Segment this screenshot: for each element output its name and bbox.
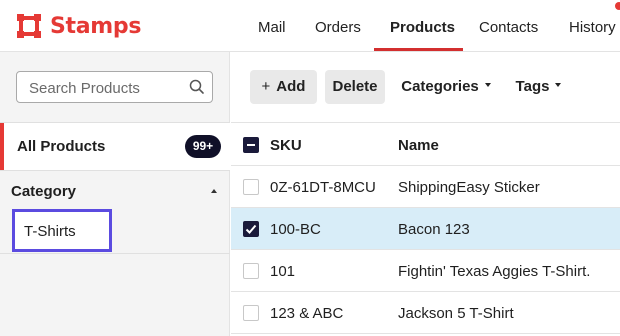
categories-dropdown[interactable]: Categories [396,70,496,104]
table-row[interactable]: 123 & ABC Jackson 5 T-Shirt [231,292,620,334]
stamps-logo-icon [16,13,42,39]
category-header-label: Category [11,183,77,200]
all-products-label: All Products [17,138,106,155]
table-row[interactable]: 100-BC Bacon 123 [231,208,620,250]
cell-name: Bacon 123 [398,221,470,238]
search-box [16,71,213,103]
select-all-checkbox[interactable] [243,137,259,153]
product-toolbar: + Add Delete Categories Tags [231,52,620,123]
brand-name: Stamps [50,13,142,39]
cell-sku: 123 & ABC [270,305,344,322]
cell-sku: 101 [270,263,296,280]
delete-button-label: Delete [332,78,378,95]
tags-dropdown-label: Tags [515,78,550,95]
sidebar-item-all-products[interactable]: All Products 99+ [0,123,230,170]
top-bar: Stamps Mail Orders Products Contacts His… [0,0,620,52]
nav-item-mail[interactable]: Mail [258,0,286,52]
nav-item-orders[interactable]: Orders [315,0,361,52]
cell-name: ShippingEasy Sticker [398,179,540,196]
table-row[interactable]: 101 Fightin' Texas Aggies T-Shirt. [231,250,620,292]
notification-dot [615,2,620,10]
category-section-header[interactable]: Category [0,171,230,211]
category-item-label: T-Shirts [24,223,76,240]
search-input[interactable] [29,78,179,98]
active-tab-indicator [374,48,463,51]
sidebar-divider [0,253,230,254]
brand-logo[interactable]: Stamps [16,11,141,41]
tags-dropdown[interactable]: Tags [511,70,566,104]
cell-name: Jackson 5 T-Shirt [398,305,514,322]
column-header-sku[interactable]: SKU [270,137,302,154]
row-checkbox[interactable] [243,221,259,237]
category-item-t-shirts[interactable]: T-Shirts [12,209,112,252]
nav-item-contacts[interactable]: Contacts [479,0,538,52]
add-button[interactable]: + Add [250,70,317,104]
sidebar: All Products 99+ Category T-Shirts [0,52,230,336]
row-checkbox[interactable] [243,179,259,195]
search-icon[interactable] [188,78,206,96]
table-row[interactable]: 0Z-61DT-8MCU ShippingEasy Sticker [231,166,620,208]
table-header-row: SKU Name [231,124,620,166]
nav-item-products[interactable]: Products [390,0,455,52]
chevron-up-icon[interactable] [211,189,217,193]
column-header-name[interactable]: Name [398,137,439,154]
caret-down-icon [555,83,562,88]
caret-down-icon [484,83,491,88]
product-count-badge: 99+ [185,135,221,158]
cell-sku: 100-BC [270,221,321,238]
add-button-label: Add [276,78,306,95]
row-checkbox[interactable] [243,305,259,321]
categories-dropdown-label: Categories [401,78,479,95]
delete-button[interactable]: Delete [325,70,385,104]
cell-name: Fightin' Texas Aggies T-Shirt. [398,263,591,280]
row-checkbox[interactable] [243,263,259,279]
plus-icon: + [261,78,271,95]
cell-sku: 0Z-61DT-8MCU [270,179,376,196]
nav-item-history[interactable]: History [569,0,616,52]
